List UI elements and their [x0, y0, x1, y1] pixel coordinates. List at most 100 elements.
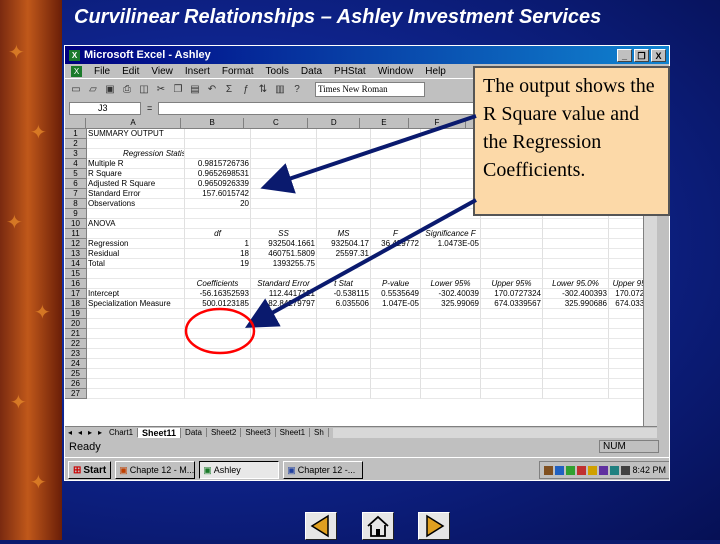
cell[interactable]: [87, 209, 185, 219]
row-header[interactable]: 15: [65, 269, 87, 279]
cell[interactable]: [317, 309, 371, 319]
cell[interactable]: [317, 389, 371, 399]
sort-icon[interactable]: ⇅: [256, 83, 270, 97]
tray-icon[interactable]: [599, 465, 609, 475]
cell[interactable]: [481, 309, 543, 319]
cell[interactable]: [421, 339, 481, 349]
cell[interactable]: 19: [185, 259, 251, 269]
row-header[interactable]: 21: [65, 329, 87, 339]
cell[interactable]: [87, 319, 185, 329]
cell[interactable]: t Stat: [317, 279, 371, 289]
row-header[interactable]: 19: [65, 309, 87, 319]
cell[interactable]: [421, 129, 481, 139]
row-header[interactable]: 6: [65, 179, 87, 189]
cell[interactable]: [317, 139, 371, 149]
cell[interactable]: [481, 389, 543, 399]
cell[interactable]: [543, 309, 609, 319]
cell[interactable]: [251, 319, 317, 329]
cell[interactable]: [609, 229, 643, 239]
cell[interactable]: [481, 359, 543, 369]
cell[interactable]: 157.6015742: [185, 189, 251, 199]
tray-icon[interactable]: [544, 465, 554, 475]
horizontal-scrollbar[interactable]: [332, 427, 657, 438]
column-header[interactable]: F: [408, 118, 467, 129]
row-header[interactable]: 11: [65, 229, 87, 239]
cell[interactable]: Lower 95%: [421, 279, 481, 289]
cell[interactable]: [609, 369, 643, 379]
menu-window[interactable]: Window: [378, 66, 414, 77]
workbook-icon[interactable]: X: [71, 65, 82, 77]
close-button[interactable]: X: [651, 48, 666, 62]
cell[interactable]: [317, 349, 371, 359]
cell[interactable]: [421, 209, 481, 219]
cell[interactable]: [609, 269, 643, 279]
cell[interactable]: 325.99069: [421, 299, 481, 309]
menu-insert[interactable]: Insert: [185, 66, 210, 77]
cell[interactable]: [371, 149, 421, 159]
cell[interactable]: ANOVA: [87, 219, 185, 229]
cell[interactable]: [371, 139, 421, 149]
cell[interactable]: Total: [87, 259, 185, 269]
row-header[interactable]: 1: [65, 129, 87, 139]
tab-sheet11[interactable]: Sheet11: [138, 427, 182, 438]
cell[interactable]: [87, 389, 185, 399]
cell[interactable]: [317, 169, 371, 179]
cell[interactable]: [543, 369, 609, 379]
last-sheet-icon[interactable]: ▸: [95, 428, 105, 437]
cell[interactable]: [251, 159, 317, 169]
cell[interactable]: [421, 309, 481, 319]
select-all-corner[interactable]: [65, 118, 87, 129]
excel-titlebar[interactable]: X Microsoft Excel - Ashley _ ❐ X: [65, 46, 669, 64]
cell[interactable]: [371, 319, 421, 329]
cell[interactable]: P-value: [371, 279, 421, 289]
font-name-select[interactable]: Times New Roman: [315, 82, 425, 97]
cell[interactable]: [543, 259, 609, 269]
cell[interactable]: [481, 259, 543, 269]
cell[interactable]: [251, 359, 317, 369]
tab-data[interactable]: Data: [181, 428, 207, 437]
cell[interactable]: [317, 269, 371, 279]
cell[interactable]: [481, 319, 543, 329]
cell[interactable]: [317, 259, 371, 269]
cell[interactable]: -302.40039: [421, 289, 481, 299]
cell[interactable]: [421, 139, 481, 149]
cell[interactable]: 25597.31: [317, 249, 371, 259]
column-header[interactable]: C: [244, 118, 309, 129]
cell[interactable]: [421, 319, 481, 329]
cell[interactable]: [421, 169, 481, 179]
cell[interactable]: [251, 169, 317, 179]
cell[interactable]: R Square: [87, 169, 185, 179]
cell[interactable]: [251, 149, 317, 159]
cell[interactable]: [317, 199, 371, 209]
cell[interactable]: Regression Statistics: [87, 149, 185, 159]
restore-button[interactable]: ❐: [634, 48, 649, 62]
cell[interactable]: [87, 279, 185, 289]
row-header[interactable]: 7: [65, 189, 87, 199]
cell[interactable]: [317, 359, 371, 369]
open-icon[interactable]: ▱: [86, 83, 100, 97]
tray-icon[interactable]: [577, 465, 587, 475]
cell[interactable]: Upper 95.0%: [609, 279, 643, 289]
cell[interactable]: Regression: [87, 239, 185, 249]
cell[interactable]: [251, 219, 317, 229]
cell[interactable]: SUMMARY OUTPUT: [87, 129, 185, 139]
row-header[interactable]: 14: [65, 259, 87, 269]
cell[interactable]: [421, 349, 481, 359]
row-header[interactable]: 5: [65, 169, 87, 179]
cell[interactable]: [371, 199, 421, 209]
cell[interactable]: [421, 369, 481, 379]
tray-icon[interactable]: [588, 465, 598, 475]
cell[interactable]: [87, 359, 185, 369]
cell[interactable]: 1393255.75: [251, 259, 317, 269]
first-sheet-icon[interactable]: ◂: [65, 428, 75, 437]
save-icon[interactable]: ▣: [103, 83, 117, 97]
cell[interactable]: [543, 329, 609, 339]
cell[interactable]: [371, 259, 421, 269]
cell[interactable]: df: [185, 229, 251, 239]
cell[interactable]: [317, 339, 371, 349]
cell[interactable]: [421, 179, 481, 189]
cell[interactable]: [421, 199, 481, 209]
cell[interactable]: -302.400393: [543, 289, 609, 299]
cell[interactable]: [251, 349, 317, 359]
cell[interactable]: [185, 319, 251, 329]
